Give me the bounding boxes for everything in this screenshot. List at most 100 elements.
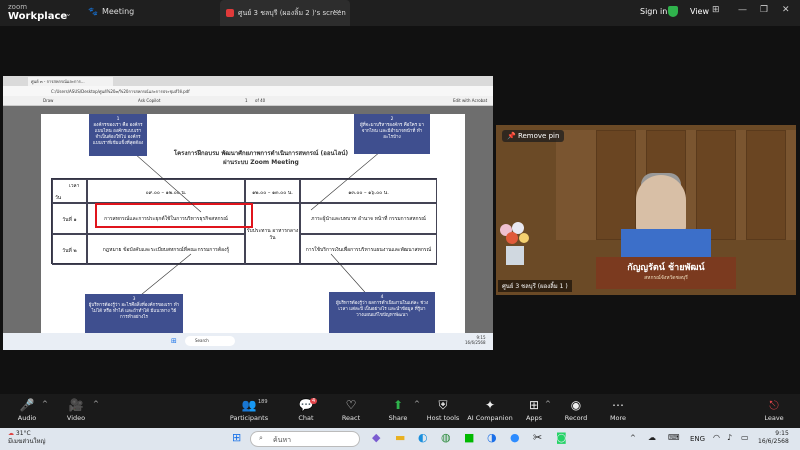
callout-3: 3 ผู้บริหารต้องรู้ว่า อะไรคือสิ่งที่องค์… xyxy=(85,294,183,333)
minimize-icon[interactable]: — xyxy=(738,5,747,15)
windows-start-icon[interactable]: ⊞ xyxy=(171,337,177,345)
title-bar: zoom Workplace ⌄ 🐾 Meeting ศูนย์ 3 ชลบุร… xyxy=(0,0,800,26)
shared-search-box[interactable]: Search xyxy=(185,336,235,346)
view-button[interactable]: View xyxy=(690,7,709,16)
pinned-video[interactable]: กัญญรัตน์ ช้ายพัฒน์ สหกรณ์จังหวัดชลบุรี … xyxy=(496,125,796,295)
clock-time: 9:15 xyxy=(775,430,789,437)
nameplate-org: สหกรณ์จังหวัดชลบุรี xyxy=(644,275,688,281)
cloud-icon[interactable]: ☁ xyxy=(648,433,656,442)
weather-temp: 31°C xyxy=(15,430,31,437)
host-tools-button[interactable]: ⛨ Host tools xyxy=(418,398,468,422)
search-icon: ⌕ xyxy=(259,434,263,442)
participants-count: 189 xyxy=(258,399,268,405)
audio-label: Audio xyxy=(17,414,37,422)
grid-view-icon[interactable]: ⊞ xyxy=(712,5,720,15)
taskbar-search[interactable]: ⌕ ค้นหา xyxy=(250,431,360,447)
browser-tab-strip: ศูนย์ ๓ - การสหกรณ์และการ... xyxy=(3,76,493,86)
wifi-icon[interactable]: ◠ xyxy=(713,433,720,442)
more-dots-icon[interactable]: ⋯ xyxy=(333,6,341,15)
draw-button[interactable]: Draw xyxy=(43,98,53,103)
paw-icon: 🐾 xyxy=(88,7,98,16)
sign-in-button[interactable]: Sign in xyxy=(640,7,667,16)
pdf-toolbar: Draw Ask Copilot 1 of 40 Edit with Acrob… xyxy=(3,96,493,106)
capcut-icon[interactable]: ✂ xyxy=(533,431,542,444)
browser-tab[interactable]: ศูนย์ ๓ - การสหกรณ์และการ... xyxy=(28,77,113,86)
shared-screen: ศูนย์ ๓ - การสหกรณ์และการ... C:/Users/AS… xyxy=(3,76,493,350)
shield-icon: ⛨ xyxy=(438,398,448,412)
chat-label: Chat xyxy=(298,414,314,422)
weather-widget[interactable]: ☁ 31°C มีเมฆส่วนใหญ่ xyxy=(8,430,46,446)
shared-taskbar: ⊞ Search 9:15 16/6/2568 xyxy=(3,333,493,350)
callout-4: 4 ผู้บริหารต้องรู้ว่า ผลการดำเนินงานในแต… xyxy=(329,292,435,333)
participants-label: Participants xyxy=(229,414,269,422)
pdf-viewport: โครงการฝึกอบรม พัฒนาศักยภาพการดำเนินการส… xyxy=(3,106,493,333)
edge-icon[interactable]: ◐ xyxy=(418,431,428,444)
audio-options-chevron-icon[interactable]: ^ xyxy=(42,400,48,408)
remove-pin-button[interactable]: 📌 Remove pin xyxy=(502,130,565,142)
ask-copilot-button[interactable]: Ask Copilot xyxy=(138,98,160,103)
leave-button[interactable]: ⎋ Leave xyxy=(749,398,799,422)
host-tools-label: Host tools xyxy=(426,414,460,422)
maximize-icon[interactable]: ❐ xyxy=(760,5,768,15)
pin-icon: 📌 xyxy=(507,132,516,140)
wall-panel xyxy=(696,130,736,240)
whatsapp-icon[interactable]: ◙ xyxy=(556,431,567,444)
shared-clock: 9:15 16/6/2568 xyxy=(465,335,486,345)
windows-taskbar: ☁ 31°C มีเมฆส่วนใหญ่ ⊞ ⌕ ค้นหา ◆ ▬ ◐ ◍ ■… xyxy=(0,428,800,450)
more-label: More xyxy=(609,414,627,422)
zoom-logo: zoom Workplace xyxy=(8,2,67,22)
security-shield-icon[interactable] xyxy=(668,6,678,17)
windows-start-icon[interactable]: ⊞ xyxy=(232,431,241,444)
file-explorer-icon[interactable]: ▬ xyxy=(395,431,405,444)
participant-person xyxy=(636,175,686,235)
volume-icon[interactable]: ♪ xyxy=(727,433,732,442)
flower-vase xyxy=(500,222,529,265)
meeting-label: Meeting xyxy=(101,7,135,16)
pdf-page: โครงการฝึกอบรม พัฒนาศักยภาพการดำเนินการส… xyxy=(41,114,465,333)
brand-name: Workplace xyxy=(8,11,68,22)
address-text: C:/Users/ASUS/Desktop/ศูนย์%20๓/%20การสห… xyxy=(51,88,190,94)
address-bar[interactable]: C:/Users/ASUS/Desktop/ศูนย์%20๓/%20การสห… xyxy=(3,86,493,96)
more-dots-icon: ⋯ xyxy=(612,398,624,412)
chat-button[interactable]: 💬 Chat 4 xyxy=(281,398,331,422)
weather-icon: ☁ xyxy=(8,430,14,437)
ime-icon[interactable]: ⌨ xyxy=(668,433,680,442)
language-indicator[interactable]: ENG xyxy=(690,435,705,443)
screen-share-tab[interactable]: ศูนย์ 3 ชลบุรี (ผองลิ้ม 2 )'s screen ⋯ xyxy=(220,0,350,26)
heart-icon: ♡ xyxy=(345,398,357,412)
edge-alt-icon[interactable]: ◑ xyxy=(487,431,497,444)
share-screen-icon xyxy=(226,9,234,17)
battery-icon[interactable]: ▭ xyxy=(741,433,749,442)
ai-companion-label: AI Companion xyxy=(467,414,513,422)
callout-2: 2 ผู้ที่จะมาบริหารองค์กร คือใคร มาจากไหน… xyxy=(354,114,430,154)
share-tab-label: ศูนย์ 3 ชลบุรี (ผองลิ้ม 2 )'s screen xyxy=(238,8,346,17)
line-icon[interactable]: ■ xyxy=(464,431,474,444)
chat-icon: 💬 xyxy=(298,398,314,412)
zoom-app-icon[interactable]: ● xyxy=(510,431,520,444)
callout-4-text: ผู้บริหารต้องรู้ว่า ผลการดำเนินงานในแต่ล… xyxy=(335,301,429,318)
callout-3-text: ผู้บริหารต้องรู้ว่า อะไรคือสิ่งที่องค์กร… xyxy=(88,303,180,320)
copilot-icon[interactable]: ◆ xyxy=(372,431,380,444)
page-number-input[interactable]: 1 xyxy=(245,98,248,103)
meeting-tab[interactable]: 🐾 Meeting xyxy=(88,7,134,16)
more-button[interactable]: ⋯ More xyxy=(593,398,643,422)
leave-label: Leave xyxy=(764,414,784,422)
chevron-down-icon[interactable]: ⌄ xyxy=(65,9,72,18)
apps-options-chevron-icon[interactable]: ^ xyxy=(545,400,551,408)
react-button[interactable]: ♡ React xyxy=(326,398,376,422)
video-label: Video xyxy=(66,414,86,422)
edit-acrobat-button[interactable]: Edit with Acrobat xyxy=(453,98,487,103)
taskbar-clock[interactable]: 9:15 16/6/2568 xyxy=(758,430,789,446)
laptop xyxy=(621,229,711,257)
video-options-chevron-icon[interactable]: ^ xyxy=(93,400,99,408)
nameplate: กัญญรัตน์ ช้ายพัฒน์ สหกรณ์จังหวัดชลบุรี xyxy=(596,257,736,289)
tray-chevron-icon[interactable]: ^ xyxy=(630,434,636,442)
participant-name: ศูนย์ 3 ชลบุรี (ผองลิ้ม 1 ) xyxy=(498,280,572,292)
chrome-icon[interactable]: ◍ xyxy=(441,431,451,444)
callout-1: 1 องค์กรของเรา คือ องค์กรแบบไหน องค์กรแบ… xyxy=(89,114,147,156)
close-icon[interactable]: ✕ xyxy=(782,5,790,15)
weather-desc: มีเมฆส่วนใหญ่ xyxy=(8,438,46,445)
participants-button[interactable]: 👥 Participants 189 xyxy=(224,398,274,422)
remove-pin-label: Remove pin xyxy=(517,132,560,140)
callout-2-text: ผู้ที่จะมาบริหารองค์กร คือใคร มาจากไหน แ… xyxy=(359,123,425,140)
